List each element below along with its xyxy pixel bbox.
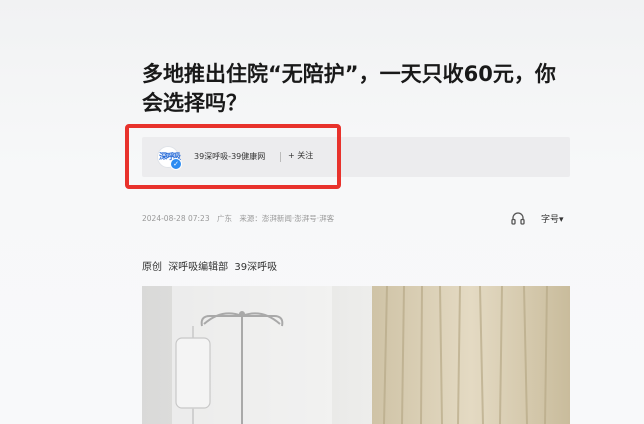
original-tag: 原创 (142, 262, 162, 273)
byline-department: 深呼吸编辑部 (168, 262, 229, 273)
article-meta: 2024-08-28 07:23 广东 来源：澎湃新闻·澎湃号·湃客 (142, 213, 339, 224)
byline: 原创 深呼吸编辑部 39深呼吸 (142, 258, 280, 273)
publish-date: 2024-08-28 07:23 (142, 214, 210, 223)
headphone-icon[interactable] (510, 210, 526, 226)
hero-image (142, 286, 570, 424)
hospital-iv-stand-photo (142, 286, 570, 424)
page: 多地推出住院“无陪护”，一天只收60元，你会选择吗？ 深呼吸 ✓ 39深呼吸-3… (0, 0, 644, 424)
article: 多地推出住院“无陪护”，一天只收60元，你会选择吗？ 深呼吸 ✓ 39深呼吸-3… (142, 0, 570, 424)
article-title: 多地推出住院“无陪护”，一天只收60元，你会选择吗？ (142, 62, 556, 115)
highlight-annotation-box (125, 124, 341, 189)
font-size-button[interactable]: 字号▾ (541, 212, 564, 225)
source: 来源：澎湃新闻·澎湃号·湃客 (239, 214, 335, 223)
byline-account[interactable]: 39深呼吸 (234, 262, 277, 273)
region: 广东 (216, 214, 232, 223)
